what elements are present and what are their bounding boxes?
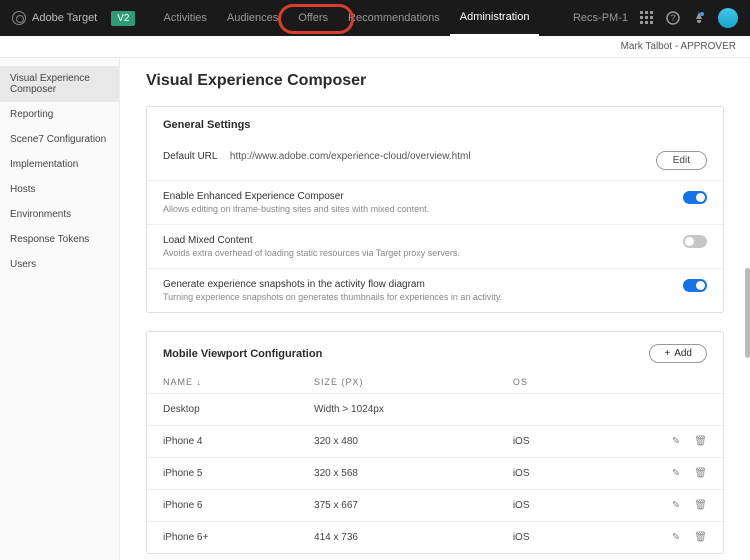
page-title: Visual Experience Composer xyxy=(146,72,724,90)
nav-activities[interactable]: Activities xyxy=(153,0,216,36)
edit-icon[interactable]: ✎ xyxy=(672,436,680,447)
workspace-name: Recs-PM-1 xyxy=(573,12,628,24)
nav-audiences[interactable]: Audiences xyxy=(217,0,288,36)
sidenav-item[interactable]: Hosts xyxy=(0,177,119,202)
version-badge: V2 xyxy=(111,11,135,26)
eec-sub: Allows editing on iframe-busting sites a… xyxy=(163,204,429,214)
table-row: iPhone 5320 x 568iOS✎🗑 xyxy=(147,458,723,490)
sidenav-item[interactable]: Users xyxy=(0,252,119,277)
sidenav-item[interactable]: Reporting xyxy=(0,102,119,127)
svg-text:?: ? xyxy=(670,13,675,23)
scrollbar-thumb[interactable] xyxy=(745,268,750,358)
general-settings-card: General Settings Default URL http://www.… xyxy=(146,106,724,313)
viewport-table: NAME ↓ SIZE (PX) OS DesktopWidth > 1024p… xyxy=(147,369,723,553)
viewport-card: Mobile Viewport Configuration +Add NAME … xyxy=(146,331,724,554)
current-user: Mark Talbot - APPROVER xyxy=(621,41,736,52)
nav-administration[interactable]: Administration xyxy=(450,0,540,36)
default-url-value: http://www.adobe.com/experience-cloud/ov… xyxy=(230,151,471,162)
mixed-toggle[interactable] xyxy=(683,235,707,248)
main-content: Visual Experience Composer General Setti… xyxy=(120,58,750,560)
add-viewport-button[interactable]: +Add xyxy=(649,344,707,363)
sidenav-item[interactable]: Scene7 Configuration xyxy=(0,127,119,152)
general-heading: General Settings xyxy=(147,107,723,141)
product-logo: Adobe Target V2 xyxy=(12,11,135,26)
sidenav-item[interactable]: Response Tokens xyxy=(0,227,119,252)
edit-icon[interactable]: ✎ xyxy=(672,532,680,543)
col-name[interactable]: NAME ↓ xyxy=(147,369,298,394)
eec-label: Enable Enhanced Experience Composer xyxy=(163,191,429,202)
edit-icon[interactable]: ✎ xyxy=(672,500,680,511)
snap-label: Generate experience snapshots in the act… xyxy=(163,279,502,290)
product-name: Adobe Target xyxy=(32,12,97,24)
mixed-sub: Avoids extra overhead of loading static … xyxy=(163,248,460,258)
delete-icon[interactable]: 🗑 xyxy=(694,532,707,543)
table-row: iPhone 6375 x 667iOS✎🗑 xyxy=(147,490,723,522)
delete-icon[interactable]: 🗑 xyxy=(694,436,707,447)
help-icon[interactable]: ? xyxy=(666,11,680,25)
app-switcher-icon[interactable] xyxy=(640,11,654,25)
notifications-icon[interactable] xyxy=(692,11,706,25)
top-right-tools: Recs-PM-1 ? xyxy=(573,8,738,28)
user-bar: Mark Talbot - APPROVER xyxy=(0,36,750,58)
mixed-label: Load Mixed Content xyxy=(163,235,460,246)
col-size[interactable]: SIZE (PX) xyxy=(298,369,497,394)
account-avatar[interactable] xyxy=(718,8,738,28)
snap-sub: Turning experience snapshots on generate… xyxy=(163,292,502,302)
col-os[interactable]: OS xyxy=(497,369,592,394)
delete-icon[interactable]: 🗑 xyxy=(694,500,707,511)
table-row: iPhone 6+414 x 736iOS✎🗑 xyxy=(147,522,723,554)
default-url-label: Default URL xyxy=(163,151,217,162)
plus-icon: + xyxy=(664,348,670,359)
sort-down-icon: ↓ xyxy=(197,377,203,387)
snap-toggle[interactable] xyxy=(683,279,707,292)
sidenav-item[interactable]: Environments xyxy=(0,202,119,227)
eec-toggle[interactable] xyxy=(683,191,707,204)
table-row: iPhone 4320 x 480iOS✎🗑 xyxy=(147,426,723,458)
nav-offers[interactable]: Offers xyxy=(288,0,338,36)
top-nav: Adobe Target V2 ActivitiesAudiencesOffer… xyxy=(0,0,750,36)
side-nav: Visual Experience ComposerReportingScene… xyxy=(0,58,120,560)
sidenav-item[interactable]: Visual Experience Composer xyxy=(0,66,119,102)
sidenav-item[interactable]: Implementation xyxy=(0,152,119,177)
viewport-heading: Mobile Viewport Configuration xyxy=(163,348,322,360)
target-logo-icon xyxy=(12,11,26,25)
edit-icon[interactable]: ✎ xyxy=(672,468,680,479)
edit-url-button[interactable]: Edit xyxy=(656,151,707,170)
nav-recommendations[interactable]: Recommendations xyxy=(338,0,450,36)
delete-icon[interactable]: 🗑 xyxy=(694,468,707,479)
table-row: DesktopWidth > 1024px xyxy=(147,394,723,426)
